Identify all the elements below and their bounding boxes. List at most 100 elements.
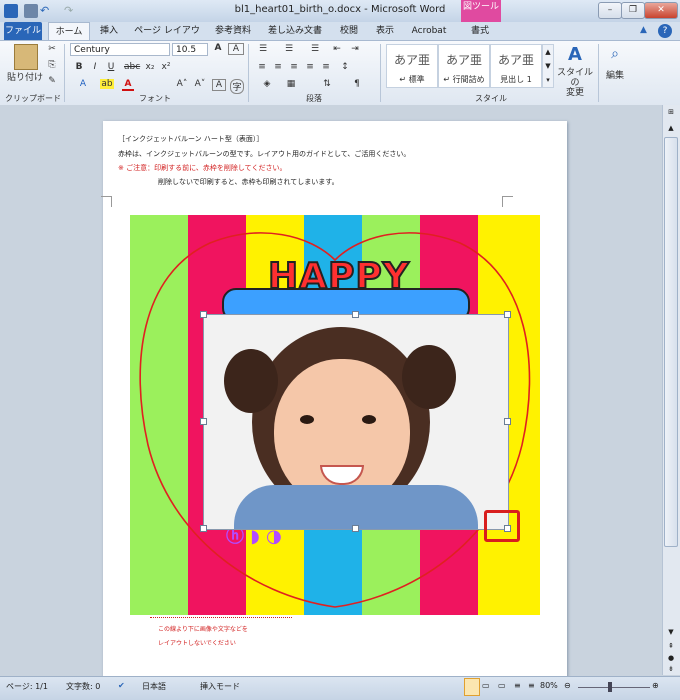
decrease-indent-icon[interactable]: ⇤ xyxy=(330,44,344,54)
status-bar xyxy=(0,676,680,700)
language-indicator[interactable]: 日本語 xyxy=(142,681,166,692)
highlight-icon[interactable]: ab xyxy=(100,79,114,89)
tab-view[interactable]: 表示 xyxy=(370,22,400,40)
scroll-thumb[interactable] xyxy=(664,137,678,547)
resize-handle[interactable] xyxy=(352,311,359,318)
align-center-icon[interactable]: ≡ xyxy=(272,62,284,72)
grow-font-icon-2[interactable]: A˄ xyxy=(176,79,188,89)
tab-insert[interactable]: 挿入 xyxy=(94,22,124,40)
enclose-char-icon[interactable]: 字 xyxy=(230,79,244,94)
doc-warning-line[interactable]: ※ ご注意：印刷する前に、赤枠を削除してください。 xyxy=(118,163,286,173)
resize-handle[interactable] xyxy=(352,525,359,532)
grow-font-icon[interactable]: A xyxy=(212,43,224,53)
font-name-field[interactable]: Century xyxy=(70,43,170,56)
styles-scroll[interactable]: ▲ ▼ ▾ xyxy=(542,44,554,88)
show-marks-icon[interactable]: ¶ xyxy=(350,79,364,89)
child-photo[interactable] xyxy=(203,314,509,530)
char-border-icon[interactable]: A xyxy=(212,79,226,91)
word-count[interactable]: 文字数: 0 xyxy=(66,681,100,692)
editing-button[interactable]: 編集 xyxy=(600,68,630,81)
borders-icon[interactable]: ▦ xyxy=(284,79,298,89)
print-layout-icon[interactable] xyxy=(464,678,480,696)
format-painter-icon[interactable]: ✎ xyxy=(46,76,58,86)
browse-object-icon[interactable]: ● xyxy=(665,654,677,664)
distributed-icon[interactable]: ≡ xyxy=(320,62,332,72)
prev-page-icon[interactable]: ⇞ xyxy=(665,642,677,652)
bold-icon[interactable]: B xyxy=(74,62,84,72)
subscript-icon[interactable]: x₂ xyxy=(144,62,156,72)
superscript-icon[interactable]: x² xyxy=(160,62,172,72)
multilevel-list-icon[interactable]: ☰ xyxy=(308,44,322,54)
restore-button[interactable]: ❐ xyxy=(621,2,645,19)
guide-note[interactable]: この線より下に画像や文字などを xyxy=(158,624,248,633)
shading-icon[interactable]: ◈ xyxy=(260,79,274,89)
style-no-spacing[interactable]: あア亜 ↵ 行間詰め xyxy=(438,44,490,88)
resize-handle[interactable] xyxy=(200,311,207,318)
copy-icon[interactable]: ⎘ xyxy=(46,60,58,70)
zoom-slider-thumb[interactable] xyxy=(608,682,612,692)
underline-icon[interactable]: U xyxy=(106,62,116,72)
page-count[interactable]: ページ: 1/1 xyxy=(6,681,48,692)
ruler-toggle-icon[interactable]: ⊞ xyxy=(665,108,677,118)
outline-view-icon[interactable]: ≡ xyxy=(514,681,521,690)
minimize-ribbon-icon[interactable]: ▲ xyxy=(640,25,654,37)
zoom-out-icon[interactable]: ⊖ xyxy=(564,681,571,690)
font-color-icon[interactable]: A xyxy=(122,79,134,91)
styles-group-label: スタイル xyxy=(475,94,507,103)
resize-handle[interactable] xyxy=(200,525,207,532)
tab-page-layout[interactable]: ページ レイアウト xyxy=(132,22,202,54)
web-layout-icon[interactable]: ▭ xyxy=(498,681,506,690)
zoom-level[interactable]: 80% xyxy=(540,681,558,690)
change-styles-icon: A xyxy=(568,44,582,65)
shrink-font-icon[interactable]: A˅ xyxy=(194,79,206,89)
tab-home[interactable]: ホーム xyxy=(48,22,90,41)
paste-button[interactable]: 貼り付け xyxy=(6,70,44,83)
align-right-icon[interactable]: ≡ xyxy=(288,62,300,72)
insert-mode-indicator[interactable]: 挿入モード xyxy=(200,681,240,692)
paste-icon[interactable] xyxy=(14,44,38,70)
tab-review[interactable]: 校閲 xyxy=(334,22,364,40)
proofing-icon[interactable]: ✔ xyxy=(118,681,125,690)
style-preview: あア亜 xyxy=(445,53,482,67)
scroll-down-icon[interactable]: ▼ xyxy=(665,628,677,638)
font-group-label: フォント xyxy=(139,94,171,103)
draft-view-icon[interactable]: ≡ xyxy=(528,681,535,690)
increase-indent-icon[interactable]: ⇥ xyxy=(348,44,362,54)
scroll-up-icon[interactable]: ▲ xyxy=(665,124,677,134)
numbering-icon[interactable]: ☰ xyxy=(282,44,296,54)
tab-acrobat[interactable]: Acrobat xyxy=(406,22,452,40)
photo-pigtail-left xyxy=(224,349,278,413)
style-normal[interactable]: あア亜 ↵ 標準 xyxy=(386,44,438,88)
resize-handle[interactable] xyxy=(200,418,207,425)
clear-format-icon[interactable]: A xyxy=(228,43,244,55)
help-icon[interactable]: ? xyxy=(658,24,672,38)
justify-icon[interactable]: ≡ xyxy=(304,62,316,72)
doc-body-line[interactable]: 赤枠は、インクジェットバルーンの型です。レイアウト用のガイドとして、ご活用くださ… xyxy=(118,149,410,159)
cut-icon[interactable]: ✂ xyxy=(46,44,58,54)
tab-format[interactable]: 書式 xyxy=(462,22,498,40)
strikethrough-icon[interactable]: abc xyxy=(124,62,140,72)
tab-mailings[interactable]: 差し込み文書 xyxy=(262,22,328,40)
line-spacing-icon[interactable]: ↕ xyxy=(338,62,352,72)
italic-icon[interactable]: I xyxy=(90,62,100,72)
next-page-icon[interactable]: ⇟ xyxy=(665,665,677,675)
text-effects-icon[interactable]: A xyxy=(76,79,90,89)
align-left-icon[interactable]: ≡ xyxy=(256,62,268,72)
zoom-in-icon[interactable]: ⊕ xyxy=(652,681,659,690)
tab-file[interactable]: ファイル xyxy=(4,22,42,40)
bullets-icon[interactable]: ☰ xyxy=(256,44,270,54)
style-name: ↵ 行間詰め xyxy=(443,75,485,84)
doc-body-line[interactable]: 削除しないで印刷すると、赤枠も印刷されてしまいます。 xyxy=(158,177,339,187)
resize-handle[interactable] xyxy=(504,418,511,425)
style-heading-1[interactable]: あア亜 見出し 1 xyxy=(490,44,542,88)
font-size-field[interactable]: 10.5 xyxy=(172,43,208,56)
doc-heading-line[interactable]: ［インクジェットバルーン ハート型（表面）］ xyxy=(118,134,263,144)
sort-icon[interactable]: ⇅ xyxy=(320,79,334,89)
guide-note[interactable]: レイアウトしないでください xyxy=(158,638,236,647)
tab-references[interactable]: 参考資料 xyxy=(210,22,256,40)
resize-handle[interactable] xyxy=(504,311,511,318)
zoom-slider[interactable] xyxy=(578,687,650,688)
fullscreen-reading-icon[interactable]: ▭ xyxy=(482,681,490,690)
close-button[interactable]: ✕ xyxy=(644,2,678,19)
minimize-button[interactable]: – xyxy=(598,2,622,19)
